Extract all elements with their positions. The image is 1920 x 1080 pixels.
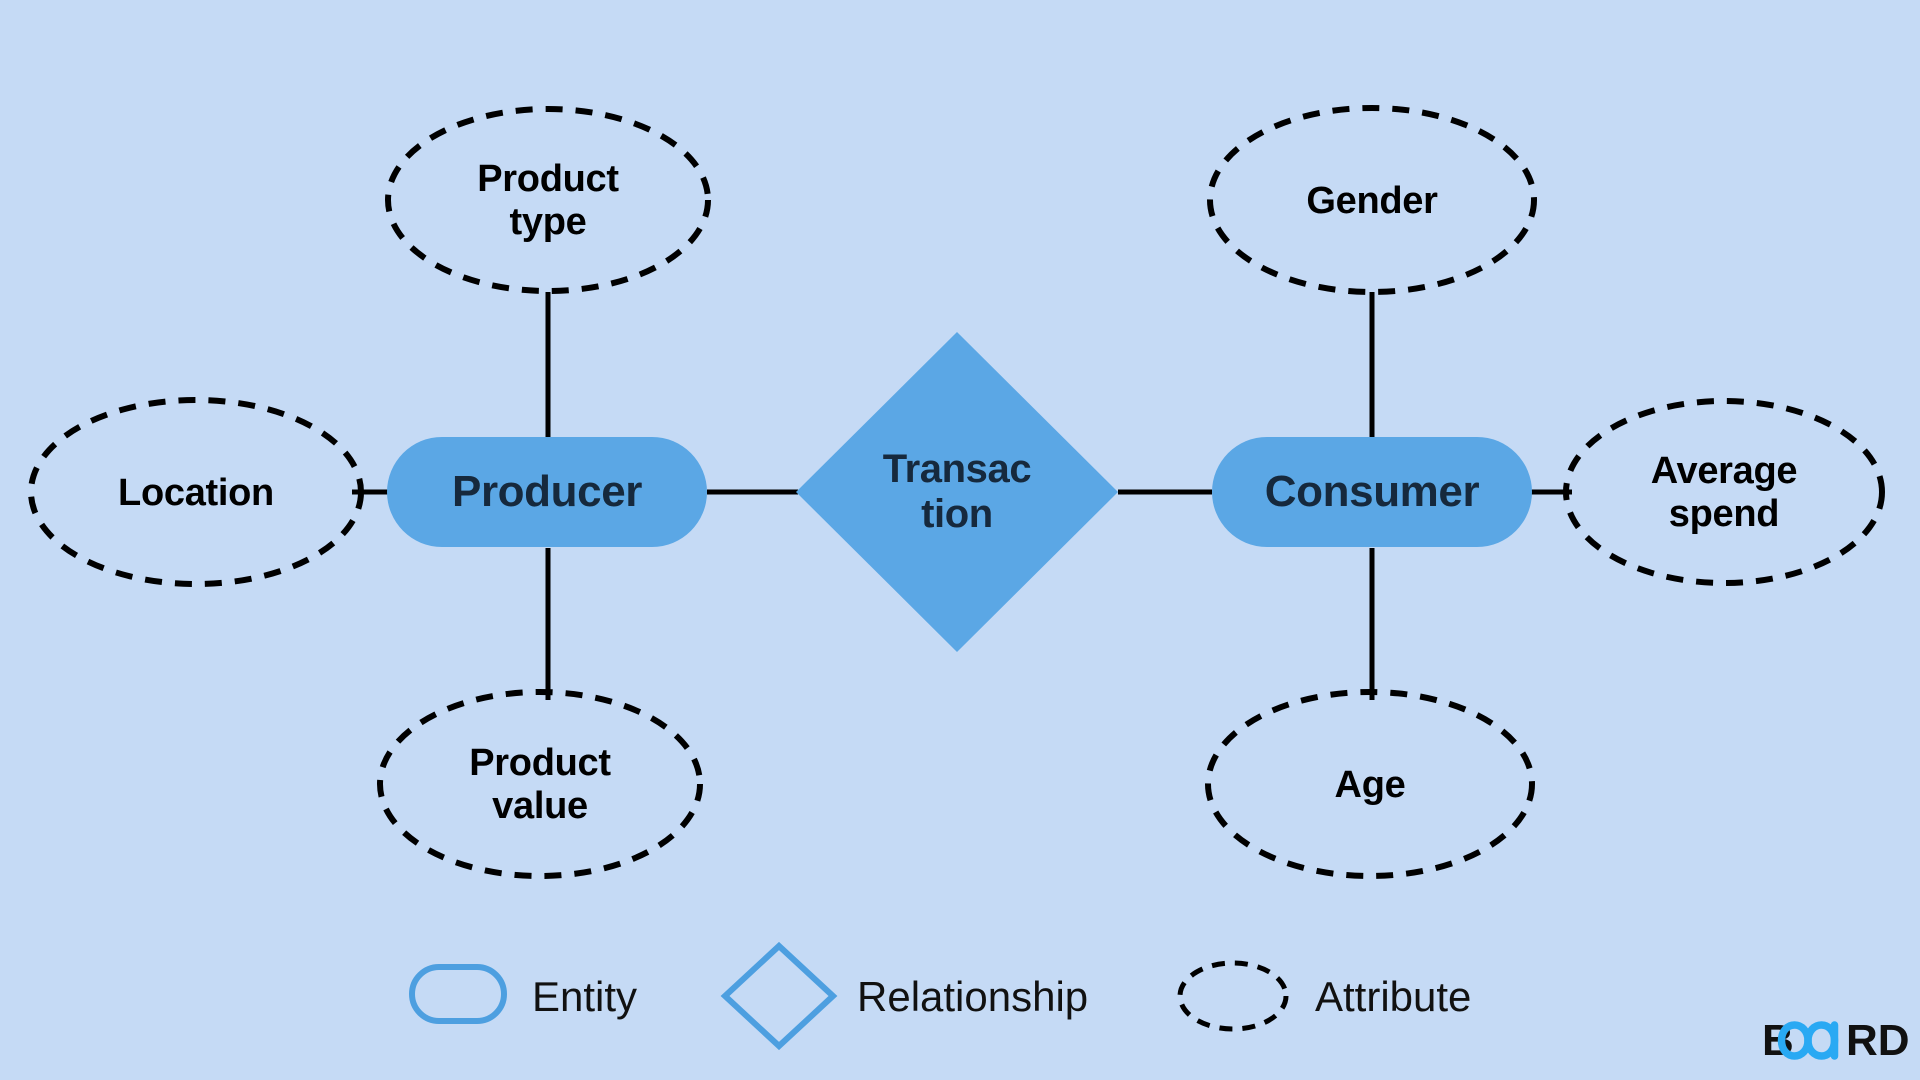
legend-shape-entity	[409, 964, 507, 1024]
relationship-diamond-transaction[interactable]	[796, 332, 1118, 652]
legend-shape-attribute	[1177, 960, 1289, 1032]
entity-box-producer[interactable]	[387, 437, 707, 547]
legend-shape-relationship	[720, 941, 838, 1051]
attribute-ellipse-location[interactable]	[28, 397, 364, 587]
attribute-ellipse-product-type[interactable]	[385, 106, 711, 294]
attribute-ellipse-product-value[interactable]	[377, 689, 703, 879]
legend-label-attribute: Attribute	[1315, 973, 1472, 1020]
entity-box-consumer[interactable]	[1212, 437, 1532, 547]
er-diagram-canvas: Product type Location Product value Gend…	[0, 0, 1920, 1080]
diagram-shapes	[28, 105, 1885, 1051]
attribute-ellipse-average-spend[interactable]	[1563, 398, 1885, 586]
relationship-shapes	[796, 332, 1118, 652]
attribute-ellipse-age[interactable]	[1205, 689, 1535, 879]
board-logo-suffix: RD	[1846, 1018, 1910, 1064]
attribute-ellipse-gender[interactable]	[1207, 105, 1537, 295]
legend-shape-attribute-group	[1177, 960, 1289, 1032]
board-logo: B RD	[1762, 1018, 1910, 1064]
legend-label-entity: Entity	[532, 973, 638, 1020]
legend-label-relationship: Relationship	[857, 973, 1089, 1020]
